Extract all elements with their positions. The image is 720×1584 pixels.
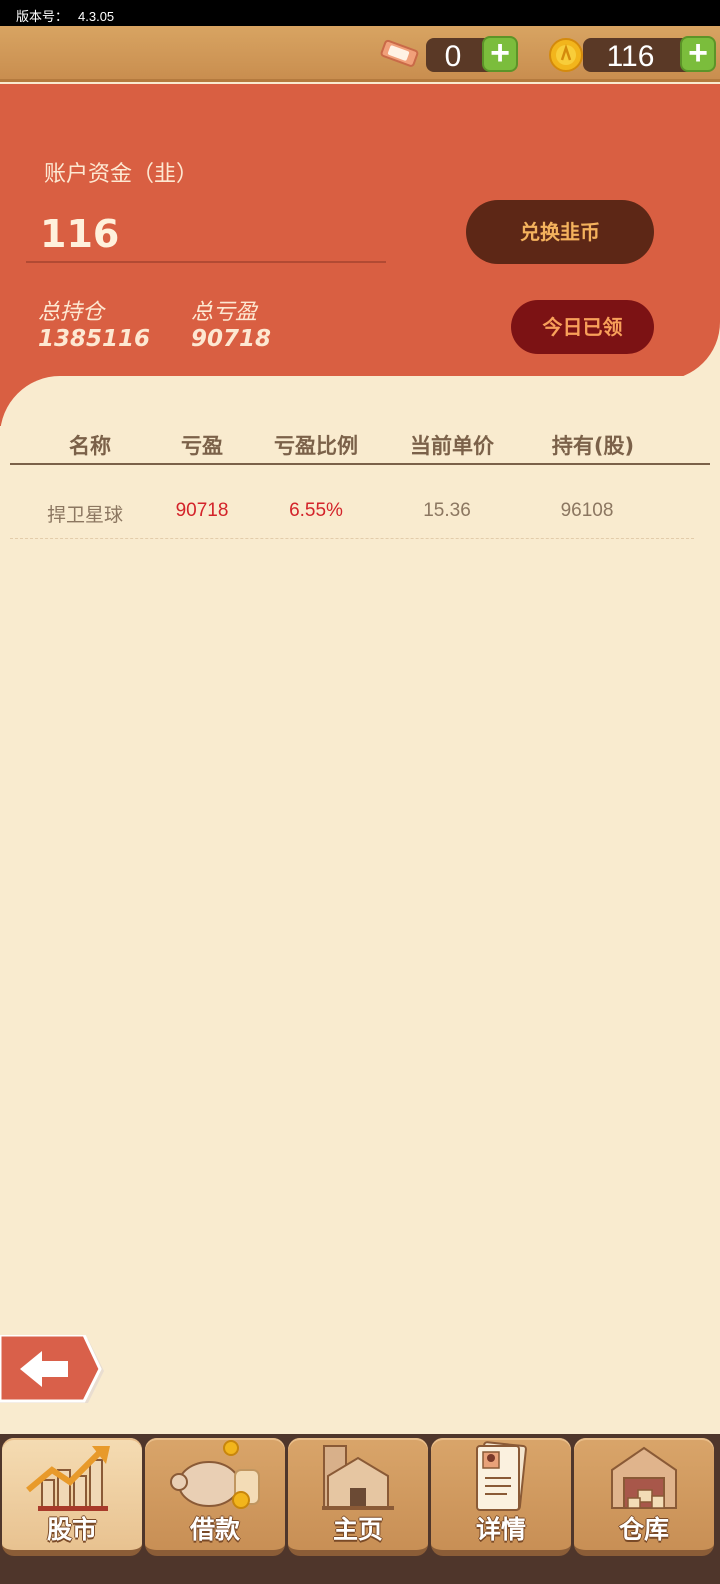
tab-details-label: 详情 [475, 1515, 526, 1544]
total-pnl-label: 总亏盈 [191, 300, 258, 325]
tab-loan-label: 借款 [189, 1515, 240, 1544]
stock-name: 捍卫星球 [46, 504, 123, 526]
ticket-counter: 0 + [426, 36, 518, 73]
column-header-name: 名称 [69, 434, 111, 458]
tab-stock-market-label: 股市 [46, 1515, 97, 1544]
tab-details[interactable]: 详情 [431, 1438, 571, 1556]
coin-count: 116 [606, 40, 655, 73]
ticket-icon [380, 39, 419, 67]
back-arrow-button[interactable] [0, 1335, 108, 1407]
total-position-value: 1385116 [38, 326, 151, 352]
column-header-unit-price: 当前单价 [410, 434, 494, 458]
row-divider [10, 538, 694, 539]
house-icon [322, 1445, 394, 1510]
column-header-holdings: 持有(股) [551, 434, 635, 458]
tab-warehouse[interactable]: 仓库 [574, 1438, 714, 1556]
add-coins-button[interactable]: + [680, 36, 716, 72]
warehouse-icon [611, 1446, 677, 1509]
column-header-pnl: 亏盈 [181, 434, 223, 458]
add-tickets-button[interactable]: + [482, 36, 518, 72]
version-number: 4.3.05 [78, 9, 115, 24]
stock-holdings: 96108 [560, 500, 614, 521]
tab-loan[interactable]: 借款 [145, 1438, 285, 1556]
piggy-bank-icon [170, 1440, 260, 1509]
stock-unit-price: 15.36 [423, 500, 471, 521]
total-position-label: 总持仓 [38, 300, 105, 325]
tab-warehouse-label: 仓库 [618, 1515, 669, 1544]
coin-counter: 116 + [583, 36, 716, 73]
tab-home-label: 主页 [332, 1515, 383, 1544]
column-header-pnl-ratio: 亏盈比例 [274, 434, 358, 458]
coin-icon [549, 38, 583, 72]
ticket-count: 0 [444, 40, 462, 73]
version-label: 版本号： [16, 9, 69, 24]
tab-stock-market[interactable]: 股市 [2, 1438, 142, 1556]
stock-pnl: 90718 [175, 500, 229, 521]
daily-claim-button[interactable]: 今日已领 [511, 300, 654, 354]
status-bar: 版本号： 4.3.05 [0, 0, 720, 26]
account-funds-value: 116 [40, 212, 120, 256]
account-funds-divider [26, 261, 386, 263]
total-pnl-value: 90718 [191, 326, 272, 352]
currency-bar: 0 + 116 + [0, 26, 720, 82]
stock-chart-icon [26, 1446, 110, 1511]
bottom-nav: 股市 借款 主页 详情 仓库 [0, 1434, 720, 1584]
profile-document-icon [476, 1441, 527, 1511]
stock-pnl-ratio: 6.55% [289, 500, 343, 521]
exchange-coins-button[interactable]: 兑换韭币 [466, 200, 654, 264]
tab-home[interactable]: 主页 [288, 1438, 428, 1556]
account-funds-label: 账户资金（韭） [44, 162, 199, 187]
table-header-divider [10, 463, 710, 465]
